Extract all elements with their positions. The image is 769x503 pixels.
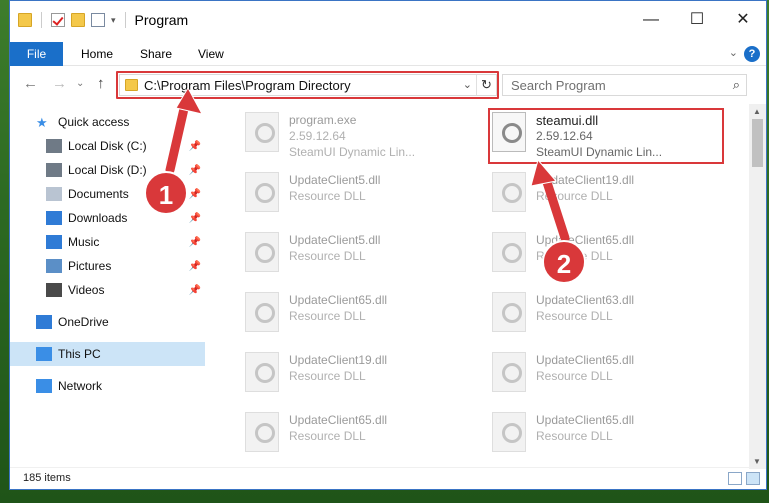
arrow-1-shaft (165, 95, 191, 175)
annotation-badge-1: 1 (144, 171, 188, 215)
arrow-2-shaft (540, 171, 570, 243)
arrow-2-head (530, 158, 557, 187)
annotation-arrows (165, 86, 570, 243)
annotation-badge-2: 2 (542, 240, 586, 284)
